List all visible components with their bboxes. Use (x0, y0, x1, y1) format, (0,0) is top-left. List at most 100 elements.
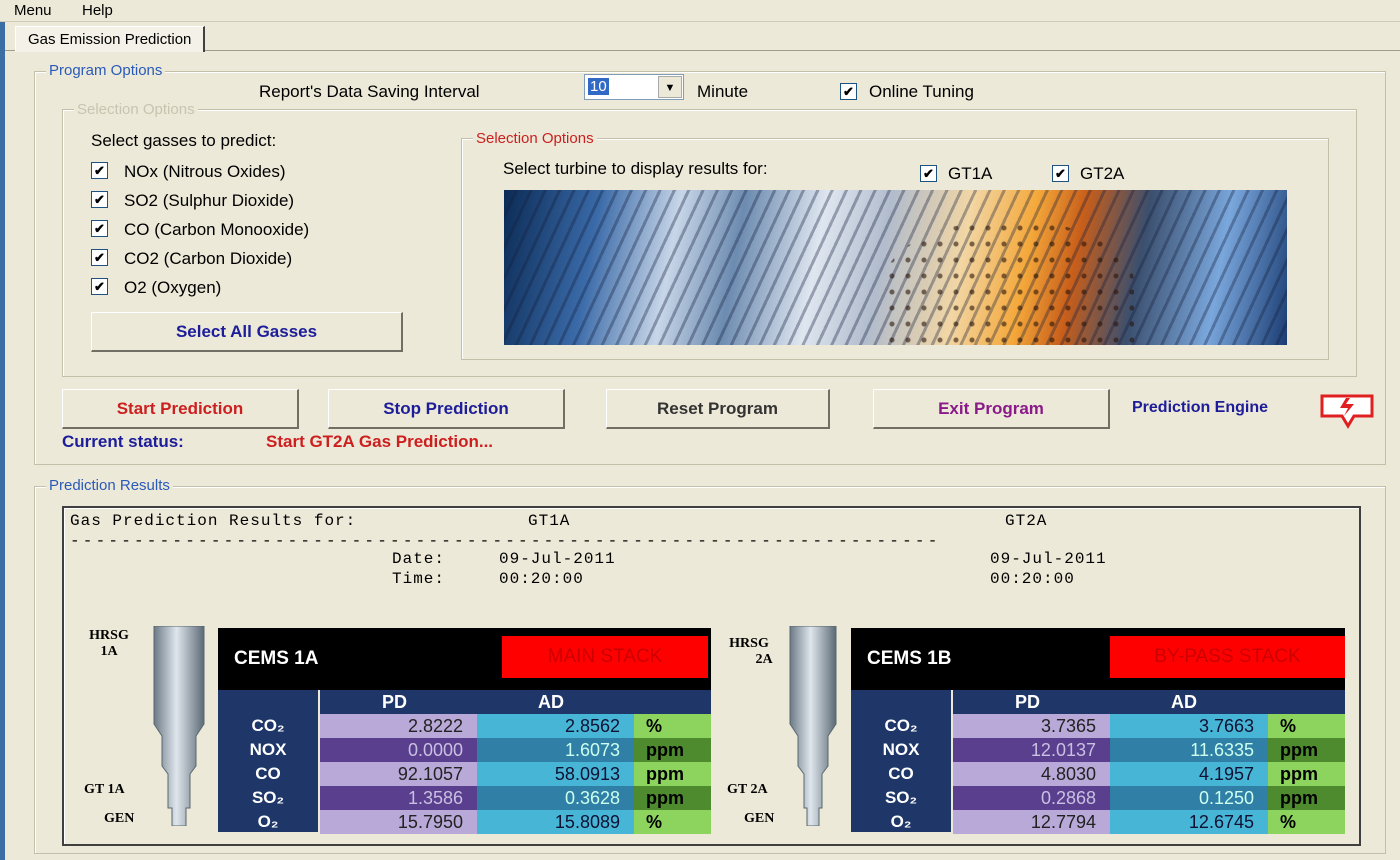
pd-cell: 4.8030 (953, 762, 1110, 786)
chevron-down-icon[interactable]: ▼ (658, 76, 682, 98)
menu-bar: Menu Help (0, 0, 1400, 22)
ad-cell: 11.6335 (1110, 738, 1268, 762)
menu-help[interactable]: Help (82, 2, 113, 19)
main-stack-tag: MAIN STACK (502, 636, 708, 678)
ad-cell: 12.6745 (1110, 810, 1268, 834)
gas-label-o2: O2 (Oxygen) (124, 278, 222, 297)
menu-menu[interactable]: Menu (14, 2, 52, 19)
ad-cell: 0.3628 (477, 786, 634, 810)
pd-cell: 2.8222 (320, 714, 477, 738)
gas-name: CO (888, 764, 914, 783)
turbine-checkbox-gt1a[interactable] (920, 165, 937, 182)
gas-name: O₂ (890, 812, 912, 831)
gas-name: CO (255, 764, 281, 783)
stack-2a-icon (789, 626, 837, 826)
select-all-gasses-button[interactable]: Select All Gasses (91, 312, 403, 352)
interval-select[interactable]: 10 ▼ (584, 74, 684, 100)
gas-column-1a: CO₂ NOX CO SO₂ O₂ (218, 690, 318, 832)
gas-column-1b: CO₂ NOX CO SO₂ O₂ (851, 690, 951, 832)
pd-cell: 1.3586 (320, 786, 477, 810)
turbine-selection-legend: Selection Options (473, 130, 597, 147)
gas-label-nox: NOx (Nitrous Oxides) (124, 162, 286, 181)
current-status-value: Start GT2A Gas Prediction... (266, 432, 494, 451)
results-turbine1: GT1A (528, 512, 571, 530)
gas-name: CO₂ (884, 716, 918, 735)
cems-1a-header: CEMS 1A MAIN STACK (218, 628, 711, 690)
gas-name: CO₂ (251, 716, 285, 735)
gas-label-co: CO (Carbon Monooxide) (124, 220, 310, 239)
stack-1a-icon (153, 626, 205, 826)
interval-unit: Minute (697, 82, 749, 101)
cems-1b-title: CEMS 1B (867, 648, 952, 669)
unit-cell: ppm (1268, 786, 1345, 810)
pd-cell: 15.7950 (320, 810, 477, 834)
gas-name: SO₂ (251, 788, 285, 807)
gas-name: NOX (249, 740, 287, 759)
gas-checkbox-co[interactable] (91, 220, 108, 237)
turbine-label-gt2a: GT2A (1080, 164, 1125, 183)
program-options-legend: Program Options (46, 62, 166, 79)
start-prediction-button[interactable]: Start Prediction (62, 389, 299, 429)
turbine-image (504, 190, 1287, 345)
ad-cell: 58.0913 (477, 762, 634, 786)
unit-cell: ppm (634, 786, 711, 810)
results-turbine2: GT2A (1005, 512, 1048, 530)
online-tuning-checkbox[interactable] (840, 83, 857, 100)
interval-value: 10 (588, 78, 609, 95)
time-gt1a: 00:20:00 (499, 570, 584, 588)
cems-1a-title: CEMS 1A (234, 648, 319, 669)
ad-cell: 4.1957 (1110, 762, 1268, 786)
tab-gas-emission-prediction[interactable]: Gas Emission Prediction (15, 26, 206, 52)
gas-label-co2: CO2 (Carbon Dioxide) (124, 249, 293, 268)
time-label: Time: (392, 570, 446, 588)
date-gt2a: 09-Jul-2011 (990, 550, 1107, 568)
col-ad-header: AD (1171, 692, 1197, 712)
gas-selection-prompt: Select gasses to predict: (91, 131, 277, 150)
date-gt1a: 09-Jul-2011 (499, 550, 616, 568)
stop-prediction-button[interactable]: Stop Prediction (328, 389, 565, 429)
unit-cell: % (634, 810, 711, 834)
pd-cell: 3.7365 (953, 714, 1110, 738)
pd-cell: 12.0137 (953, 738, 1110, 762)
interval-label: Report's Data Saving Interval (259, 82, 480, 101)
gen-2a-label: GEN (744, 811, 775, 826)
time-gt2a: 00:20:00 (990, 570, 1075, 588)
turbine-selection-prompt: Select turbine to display results for: (503, 159, 768, 178)
col-ad-header: AD (538, 692, 564, 712)
turbine-label-gt1a: GT1A (948, 164, 993, 183)
panel1-header-row: PD AD (320, 690, 711, 714)
gas-checkbox-o2[interactable] (91, 278, 108, 295)
gas-name: NOX (882, 740, 920, 759)
pd-cell: 0.2868 (953, 786, 1110, 810)
unit-cell: % (634, 714, 711, 738)
gas-selection-legend: Selection Options (74, 101, 198, 118)
gt-2a-label: GT 2A (727, 782, 768, 797)
cems-1b-header: CEMS 1B BY-PASS STACK (851, 628, 1345, 690)
date-label: Date: (392, 550, 446, 568)
prediction-engine-label: Prediction Engine (1132, 399, 1269, 416)
prediction-engine-icon (1320, 394, 1374, 429)
reset-program-button[interactable]: Reset Program (606, 389, 830, 429)
col-pd-header: PD (1015, 692, 1041, 712)
tab-strip: Gas Emission Prediction (5, 22, 1400, 52)
ad-cell: 15.8089 (477, 810, 634, 834)
gas-checkbox-so2[interactable] (91, 191, 108, 208)
unit-cell: ppm (1268, 738, 1345, 762)
gas-name: O₂ (257, 812, 279, 831)
gas-name: SO₂ (884, 788, 918, 807)
gas-checkbox-co2[interactable] (91, 249, 108, 266)
unit-cell: % (1268, 810, 1345, 834)
results-header-label: Gas Prediction Results for: (70, 512, 357, 530)
gen-1a-label: GEN (104, 811, 135, 826)
unit-cell: ppm (634, 762, 711, 786)
gt-1a-label: GT 1A (84, 782, 125, 797)
turbine-checkbox-gt2a[interactable] (1052, 165, 1069, 182)
gas-label-so2: SO2 (Sulphur Dioxide) (124, 191, 295, 210)
results-separator: ----------------------------------------… (70, 532, 941, 550)
col-pd-header: PD (382, 692, 408, 712)
gas-checkbox-nox[interactable] (91, 162, 108, 179)
online-tuning-label: Online Tuning (869, 82, 974, 101)
window-left-edge (0, 22, 5, 860)
pd-cell: 0.0000 (320, 738, 477, 762)
exit-program-button[interactable]: Exit Program (873, 389, 1110, 429)
